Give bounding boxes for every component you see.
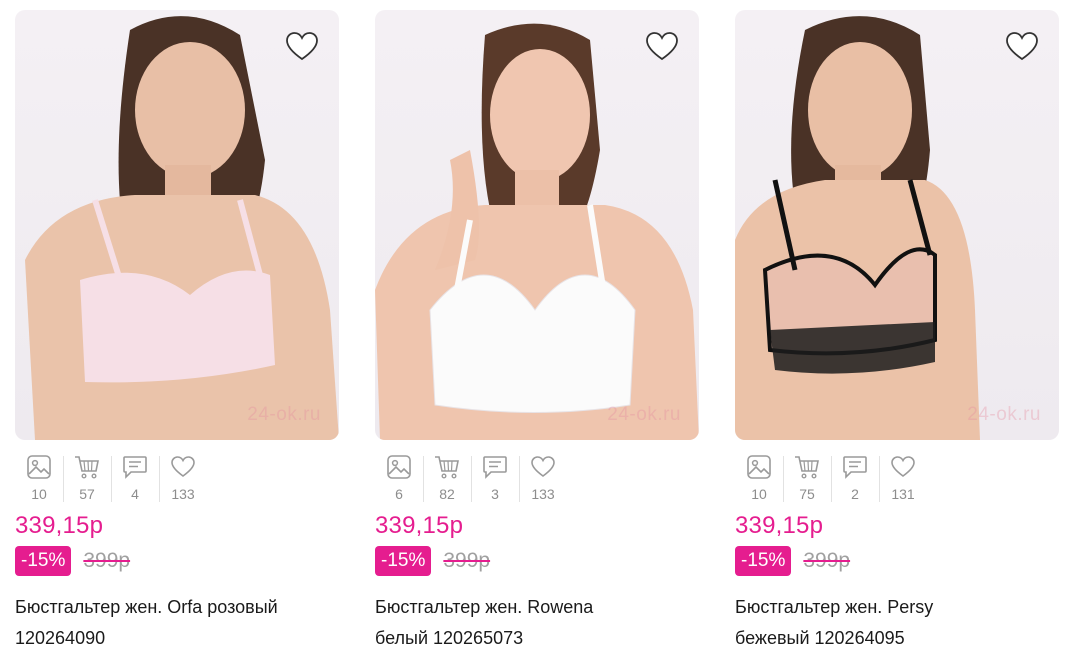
product-title-link[interactable]: Бюстгальтер жен. Rowena белый 120265073 — [375, 592, 705, 654]
photos-count-value: 10 — [31, 486, 47, 502]
model-image — [735, 16, 980, 440]
add-to-favorites-button[interactable] — [283, 28, 321, 66]
product-title-line2: белый 120265073 — [375, 628, 524, 648]
model-image — [375, 23, 699, 440]
current-price: 339,15р — [735, 512, 824, 539]
discount-badge: -15% — [375, 546, 432, 576]
product-title-line1: Бюстгальтер жен. Rowena — [375, 597, 594, 617]
image-icon — [27, 455, 51, 479]
product-title-line2: 120264090 — [15, 628, 106, 648]
product-title-line2: бежевый 120264095 — [735, 628, 905, 648]
add-to-favorites-button[interactable] — [643, 28, 681, 66]
product-card[interactable]: 24-ok.ru 10 57 4 133 339,15р -15% 399р Б… — [15, 10, 339, 650]
comment-icon — [123, 456, 147, 479]
discount-row: -15% 399р — [15, 546, 130, 576]
reviews-count-value: 2 — [851, 486, 859, 502]
heart-icon — [531, 456, 555, 477]
current-price: 339,15р — [15, 512, 104, 539]
model-image — [25, 16, 339, 440]
reviews-count[interactable]: 2 — [831, 454, 879, 506]
photos-count[interactable]: 6 — [375, 454, 423, 506]
likes-count-value: 133 — [531, 486, 555, 502]
stats-bar: 10 57 4 133 — [15, 454, 207, 506]
likes-count-value: 131 — [891, 486, 915, 502]
cart-count[interactable]: 82 — [423, 454, 471, 506]
watermark: 24-ok.ru — [247, 404, 321, 425]
product-photo[interactable]: 24-ok.ru — [375, 10, 699, 440]
reviews-count[interactable]: 3 — [471, 454, 519, 506]
bra-shape — [80, 270, 275, 383]
product-card[interactable]: 24-ok.ru 6 82 3 133 339,15р -15% 399р Бю… — [375, 10, 699, 650]
cart-count[interactable]: 75 — [783, 454, 831, 506]
comment-icon — [483, 456, 507, 479]
discount-badge: -15% — [15, 546, 72, 576]
watermark: 24-ok.ru — [967, 404, 1041, 425]
product-title-line1: Бюстгальтер жен. Persy — [735, 597, 934, 617]
reviews-count-value: 3 — [491, 486, 499, 502]
discount-row: -15% 399р — [375, 546, 490, 576]
image-icon — [747, 455, 771, 479]
cart-count[interactable]: 57 — [63, 454, 111, 506]
watermark: 24-ok.ru — [607, 404, 681, 425]
photos-count[interactable]: 10 — [15, 454, 63, 506]
current-price: 339,15р — [375, 512, 464, 539]
likes-count-value: 133 — [171, 486, 195, 502]
product-card[interactable]: 24-ok.ru 10 75 2 131 339,15р -15% 399р Б… — [735, 10, 1059, 650]
product-title-link[interactable]: Бюстгальтер жен. Persy бежевый 120264095 — [735, 592, 1065, 654]
reviews-count[interactable]: 4 — [111, 454, 159, 506]
photos-count-value: 10 — [751, 486, 767, 502]
heart-icon — [171, 456, 195, 477]
favorite-heart-icon — [646, 32, 678, 61]
photos-count-value: 6 — [395, 486, 403, 502]
reviews-count-value: 4 — [131, 486, 139, 502]
heart-icon — [891, 456, 915, 477]
cart-count-value: 57 — [79, 486, 95, 502]
comment-icon — [843, 456, 867, 479]
product-photo[interactable]: 24-ok.ru — [15, 10, 339, 440]
photos-count[interactable]: 10 — [735, 454, 783, 506]
add-to-favorites-button[interactable] — [1003, 28, 1041, 66]
image-icon — [387, 455, 411, 479]
old-price: 399р — [83, 549, 131, 572]
product-grid: 24-ok.ru 10 57 4 133 339,15р -15% 399р Б… — [0, 0, 1076, 656]
cart-icon — [435, 456, 459, 479]
product-title-line1: Бюстгальтер жен. Orfa розовый — [15, 597, 278, 617]
product-title-link[interactable]: Бюстгальтер жен. Orfa розовый 120264090 — [15, 592, 345, 654]
favorite-heart-icon — [286, 32, 318, 61]
likes-count[interactable]: 131 — [879, 454, 927, 506]
cart-icon — [75, 456, 99, 479]
stats-bar: 10 75 2 131 — [735, 454, 927, 506]
cart-count-value: 75 — [799, 486, 815, 502]
old-price: 399р — [443, 549, 491, 572]
cart-icon — [795, 456, 819, 479]
favorite-heart-icon — [1006, 32, 1038, 61]
cart-count-value: 82 — [439, 486, 455, 502]
old-price: 399р — [803, 549, 851, 572]
discount-badge: -15% — [735, 546, 792, 576]
likes-count[interactable]: 133 — [159, 454, 207, 506]
stats-bar: 6 82 3 133 — [375, 454, 567, 506]
discount-row: -15% 399р — [735, 546, 850, 576]
product-photo[interactable]: 24-ok.ru — [735, 10, 1059, 440]
likes-count[interactable]: 133 — [519, 454, 567, 506]
